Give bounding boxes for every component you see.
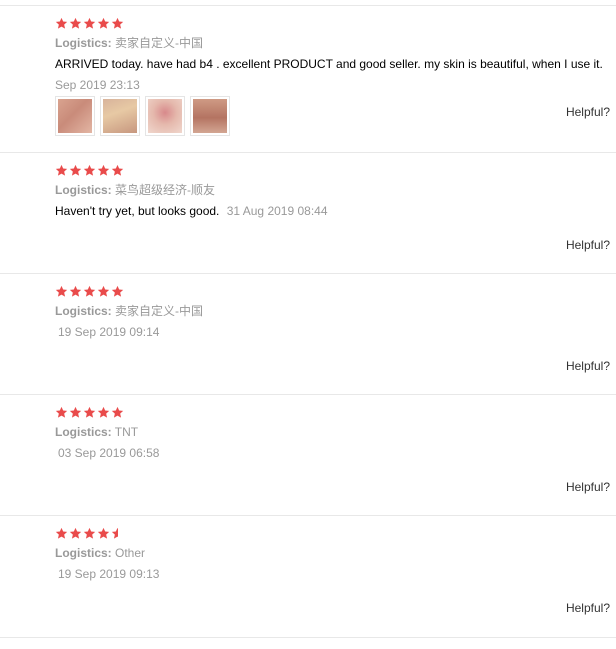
review-item: Logistics: 卖家自定义-中国 ARRIVED today. have … — [0, 6, 616, 153]
star-half-icon — [111, 527, 119, 539]
review-date: Sep 2019 23:13 — [55, 78, 140, 92]
helpful-button[interactable]: Helpful? — [566, 480, 610, 494]
star-icon — [97, 164, 110, 176]
star-icon — [55, 17, 68, 29]
logistics-value: TNT — [114, 425, 139, 439]
logistics-info: Logistics: TNT — [55, 425, 138, 439]
star-icon — [83, 406, 96, 418]
star-icon — [83, 527, 96, 539]
star-icon — [69, 164, 82, 176]
star-icon — [55, 285, 68, 297]
star-icon — [97, 406, 110, 418]
review-item: Logistics: Other 19 Sep 2019 09:13 Helpf… — [0, 516, 616, 638]
star-icon — [55, 406, 68, 418]
review-image-thumbnail[interactable] — [100, 96, 140, 136]
review-item: Logistics: 菜鸟超级经济-顺友 Haven't try yet, bu… — [0, 153, 616, 274]
star-icon — [83, 17, 96, 29]
logistics-value: 卖家自定义-中国 — [115, 304, 204, 318]
logistics-value: 卖家自定义-中国 — [115, 36, 204, 50]
star-icon — [97, 527, 110, 539]
logistics-label: Logistics: — [55, 304, 112, 318]
star-rating — [55, 285, 124, 299]
review-content: ARRIVED today. have had b4 . excellent P… — [55, 57, 603, 71]
star-icon — [69, 285, 82, 297]
review-item: Logistics: TNT 03 Sep 2019 06:58 Helpful… — [0, 395, 616, 516]
star-icon — [69, 527, 82, 539]
helpful-button[interactable]: Helpful? — [566, 238, 610, 252]
review-date: 03 Sep 2019 06:58 — [58, 446, 160, 460]
star-rating — [55, 164, 124, 178]
logistics-info: Logistics: Other — [55, 546, 145, 560]
review-item: Logistics: 卖家自定义-中国 19 Sep 2019 09:14 He… — [0, 274, 616, 395]
review-image-thumbnail[interactable] — [190, 96, 230, 136]
review-images — [55, 96, 230, 136]
star-icon — [69, 406, 82, 418]
review-text: Haven't try yet, but looks good. — [55, 204, 220, 218]
logistics-label: Logistics: — [55, 36, 112, 50]
star-icon — [97, 285, 110, 297]
star-icon — [111, 406, 124, 418]
helpful-button[interactable]: Helpful? — [566, 601, 610, 615]
star-icon — [55, 527, 68, 539]
review-image-thumbnail[interactable] — [145, 96, 185, 136]
logistics-value: Other — [115, 546, 146, 560]
star-icon — [55, 164, 68, 176]
reviews-list: Logistics: 卖家自定义-中国 ARRIVED today. have … — [0, 0, 616, 649]
helpful-button[interactable]: Helpful? — [566, 359, 610, 373]
logistics-info: Logistics: 卖家自定义-中国 — [55, 304, 203, 318]
logistics-label: Logistics: — [55, 183, 112, 197]
star-rating — [55, 527, 124, 541]
logistics-label: Logistics: — [55, 546, 112, 560]
logistics-label: Logistics: — [55, 425, 112, 439]
review-content: Haven't try yet, but looks good. 31 Aug … — [55, 204, 328, 218]
star-icon — [111, 164, 124, 176]
star-icon — [83, 285, 96, 297]
logistics-value: 菜鸟超级经济-顺友 — [115, 183, 216, 197]
star-icon — [111, 17, 124, 29]
star-icon — [69, 17, 82, 29]
review-date: 31 Aug 2019 08:44 — [226, 204, 328, 218]
star-icon — [83, 164, 96, 176]
star-icon — [111, 285, 124, 297]
star-rating — [55, 406, 124, 420]
star-icon — [97, 17, 110, 29]
review-image-thumbnail[interactable] — [55, 96, 95, 136]
helpful-button[interactable]: Helpful? — [566, 105, 610, 119]
star-rating — [55, 17, 124, 31]
logistics-info: Logistics: 菜鸟超级经济-顺友 — [55, 183, 215, 197]
review-date: 19 Sep 2019 09:13 — [58, 567, 160, 581]
review-date: 19 Sep 2019 09:14 — [58, 325, 160, 339]
logistics-info: Logistics: 卖家自定义-中国 — [55, 36, 203, 50]
